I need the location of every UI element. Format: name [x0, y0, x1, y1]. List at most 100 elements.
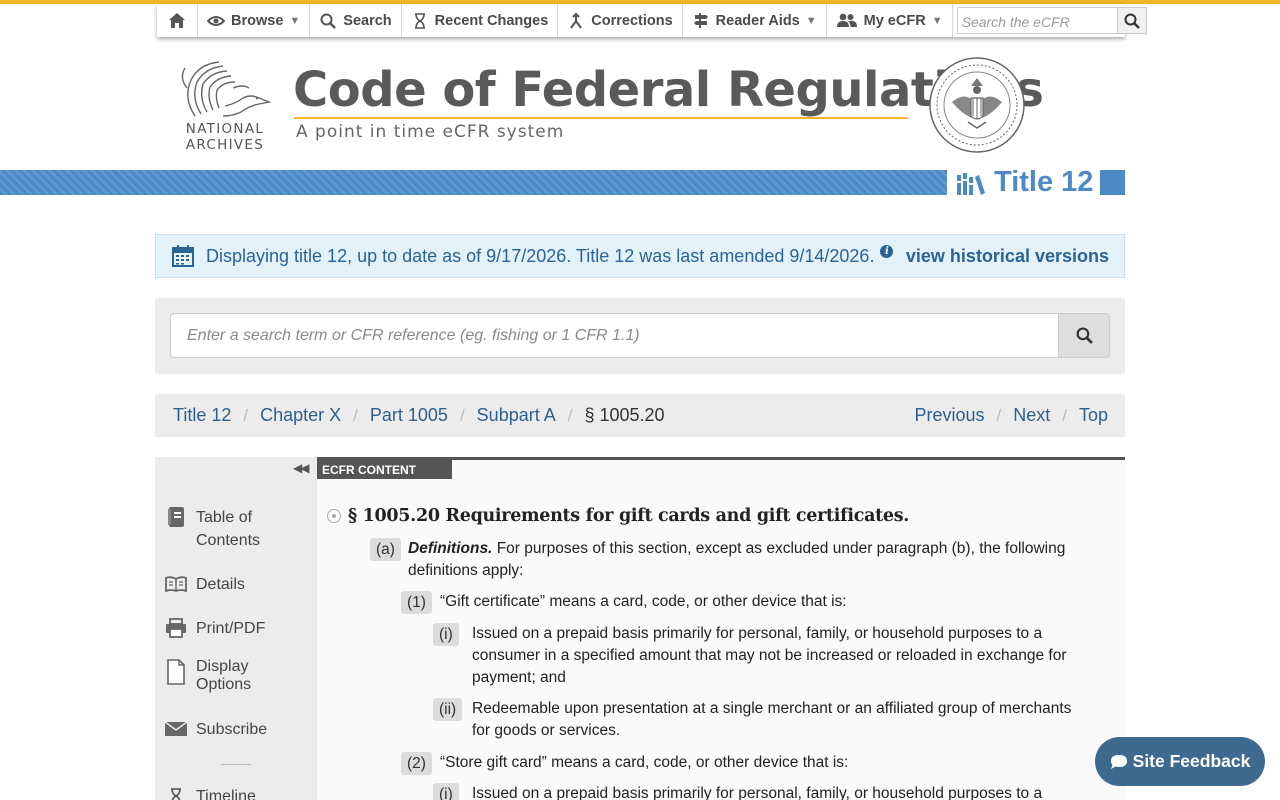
sidebar-item-label: Timeline — [196, 788, 256, 800]
pager-separator: / — [1062, 405, 1067, 425]
paragraph-defterm: Definitions. — [408, 540, 493, 557]
paragraph-label[interactable]: (a) — [370, 538, 401, 561]
my-ecfr-label: My eCFR — [863, 12, 926, 29]
recent-changes-menu[interactable]: Recent Changes — [402, 4, 559, 37]
org-line-2: ARCHIVES — [185, 137, 265, 153]
previous-link[interactable]: Previous — [914, 405, 984, 426]
search-icon — [319, 12, 337, 30]
breadcrumb-subpart[interactable]: Subpart A — [477, 405, 556, 426]
signpost-icon — [692, 12, 710, 30]
breadcrumb-separator: / — [567, 405, 573, 425]
paragraph-a-1-i: (i) Issued on a prepaid basis primarily … — [433, 623, 1093, 689]
sidebar-item-table-of-contents[interactable]: Table of Contents — [165, 506, 260, 552]
content-search-button[interactable] — [1058, 313, 1110, 358]
sidebar-item-details[interactable]: Details — [165, 573, 245, 596]
ecfr-content: ECFR CONTENT § 1005.20 Requirements for … — [317, 457, 1125, 800]
corrections-label: Corrections — [591, 12, 673, 29]
browse-menu[interactable]: Browse ▼ — [198, 4, 311, 37]
paragraph-a-2: (2) “Store gift card” means a card, code… — [401, 752, 1101, 775]
sidebar: ◀◀ Table of Contents Details Print/PDF D… — [155, 457, 317, 800]
top-link[interactable]: Top — [1079, 405, 1108, 426]
org-line-1: NATIONAL — [185, 121, 265, 137]
chevron-down-icon: ▼ — [931, 14, 943, 27]
sidebar-item-display-options[interactable]: Display Options — [165, 658, 251, 694]
search-label: Search — [343, 12, 392, 29]
eye-icon — [207, 12, 225, 30]
breadcrumb: Title 12 / Chapter X / Part 1005 / Subpa… — [155, 394, 1125, 437]
home-button[interactable] — [157, 4, 198, 37]
nara-seal-icon — [928, 56, 1026, 154]
breadcrumb-separator: / — [243, 405, 249, 425]
site-feedback-button[interactable]: Site Feedback — [1095, 737, 1265, 786]
search-menu[interactable]: Search — [310, 4, 402, 37]
paragraph-text: Redeemable upon presentation at a single… — [472, 700, 1072, 739]
paragraph-text: Issued on a prepaid basis primarily for … — [472, 785, 1043, 800]
recent-changes-label: Recent Changes — [434, 12, 549, 29]
search-icon — [1124, 13, 1140, 29]
title-band-end — [1100, 170, 1125, 195]
display-line-2: Options — [196, 676, 252, 693]
paragraph-label[interactable]: (ii) — [433, 698, 463, 721]
home-icon — [168, 12, 186, 30]
content-search-input[interactable]: Enter a search term or CFR reference (eg… — [170, 313, 1059, 358]
breadcrumb-title[interactable]: Title 12 — [173, 405, 231, 426]
title-number-heading: Title 12 — [956, 166, 1093, 199]
sidebar-item-timeline[interactable]: Timeline — [165, 785, 256, 800]
reader-aids-menu[interactable]: Reader Aids ▼ — [683, 4, 827, 37]
paragraph-a-2-i: (i) Issued on a prepaid basis primarily … — [433, 783, 1093, 800]
sidebar-item-label: Print/PDF — [196, 620, 266, 637]
section-heading: § 1005.20 Requirements for gift cards an… — [327, 506, 909, 526]
paragraph-text: “Store gift card” means a card, code, or… — [440, 754, 849, 771]
breadcrumb-separator: / — [459, 405, 465, 425]
paragraph-text: “Gift certificate” means a card, code, o… — [440, 593, 847, 610]
search-icon — [1076, 327, 1093, 344]
section-context-icon[interactable] — [327, 509, 341, 523]
title-band — [0, 170, 947, 195]
paragraph-label[interactable]: (2) — [401, 752, 432, 775]
breadcrumb-part[interactable]: Part 1005 — [370, 405, 448, 426]
next-link[interactable]: Next — [1013, 405, 1050, 426]
paragraph-a: (a) Definitions. For purposes of this se… — [370, 538, 1110, 582]
display-line-1: Display — [196, 658, 249, 675]
chevron-down-icon: ▼ — [805, 14, 817, 27]
users-icon — [836, 12, 858, 30]
calendar-icon — [172, 245, 194, 267]
sidebar-item-print-pdf[interactable]: Print/PDF — [165, 617, 265, 640]
sidebar-item-subscribe[interactable]: Subscribe — [165, 718, 267, 741]
open-book-icon — [165, 573, 187, 595]
view-historical-versions-link[interactable]: view historical versions — [906, 246, 1109, 267]
sidebar-item-label: Display Options — [196, 658, 251, 694]
site-subtitle: A point in time eCFR system — [296, 122, 565, 142]
info-icon[interactable]: i — [880, 244, 894, 258]
paragraph-label[interactable]: (i) — [433, 783, 459, 800]
nav-search-button[interactable] — [1116, 7, 1147, 34]
my-ecfr-menu[interactable]: My eCFR ▼ — [827, 4, 953, 37]
corrections-menu[interactable]: Corrections — [558, 4, 683, 37]
paragraph-label[interactable]: (1) — [401, 591, 432, 614]
pager-separator: / — [996, 405, 1002, 425]
title-number-label: Title 12 — [994, 166, 1094, 198]
content-search-panel: Enter a search term or CFR reference (eg… — [155, 298, 1125, 374]
nav-search-input[interactable]: Search the eCFR — [956, 7, 1117, 34]
printer-icon — [165, 617, 187, 639]
breadcrumb-section: § 1005.20 — [584, 405, 665, 425]
paragraph-label[interactable]: (i) — [433, 623, 459, 646]
speech-bubble-icon — [1110, 754, 1128, 770]
national-archives-eagle-logo[interactable] — [173, 58, 273, 120]
breadcrumb-separator: / — [353, 405, 358, 425]
breadcrumb-chapter[interactable]: Chapter X — [260, 405, 341, 426]
site-header: NATIONAL ARCHIVES Code of Federal Regula… — [155, 48, 1125, 163]
paragraph-text: Issued on a prepaid basis primarily for … — [472, 625, 1067, 686]
toc-line-2: Contents — [196, 532, 261, 549]
sidebar-item-label: Table of Contents — [196, 506, 260, 552]
currency-info-bar: Displaying title 12, up to date as of 9/… — [155, 234, 1125, 278]
book-icon — [165, 506, 187, 528]
reader-aids-label: Reader Aids — [715, 12, 800, 29]
ecfr-content-tab: ECFR CONTENT — [317, 460, 452, 479]
top-nav: Browse ▼ Search Recent Changes Correctio… — [157, 4, 1147, 37]
paragraph-text: For purposes of this section, except as … — [408, 540, 1066, 579]
sidebar-item-label: Details — [196, 576, 245, 593]
collapse-sidebar-icon[interactable]: ◀◀ — [293, 461, 310, 475]
document-icon — [165, 658, 187, 686]
section-pager: Previous / Next / Top — [914, 405, 1108, 426]
